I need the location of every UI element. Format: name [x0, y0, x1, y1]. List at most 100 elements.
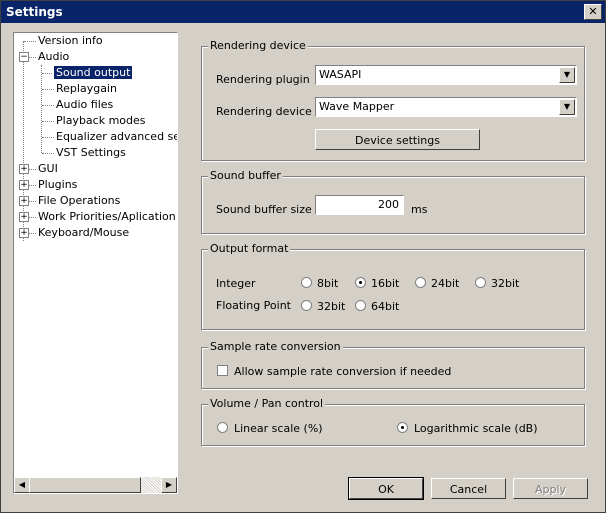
tree-line	[42, 89, 54, 90]
chevron-down-icon: ▼	[563, 70, 571, 79]
tree-item-label: Equalizer advanced setti	[56, 130, 177, 143]
apply-label: Apply	[534, 483, 567, 496]
collapse-icon[interactable]: −	[19, 52, 29, 62]
integer-32bit-radio[interactable]	[475, 277, 486, 288]
tree-item-label: Keyboard/Mouse	[38, 226, 130, 239]
rendering-device-dropdown[interactable]: Wave Mapper ▼	[315, 97, 577, 117]
logarithmic-scale-label[interactable]: Logarithmic scale (dB)	[414, 422, 538, 435]
tree-item-label: Audio	[38, 50, 70, 63]
integer-8bit-label[interactable]: 8bit	[317, 277, 338, 290]
tree-line	[23, 41, 24, 241]
tree-item[interactable]: Replaygain	[54, 81, 119, 97]
tree-item[interactable]: Audio files	[54, 97, 115, 113]
expand-icon[interactable]: +	[19, 196, 29, 206]
allow-sample-rate-conversion-label[interactable]: Allow sample rate conversion if needed	[234, 365, 451, 378]
logarithmic-scale-radio[interactable]	[397, 422, 408, 433]
tree-line	[41, 65, 42, 153]
expand-icon[interactable]: +	[19, 164, 29, 174]
rendering-device-group: Rendering device Rendering plugin WASAPI…	[201, 39, 585, 161]
close-button[interactable]: ✕	[584, 4, 602, 20]
tree-item[interactable]: GUI	[36, 161, 60, 177]
dropdown-button[interactable]: ▼	[559, 99, 575, 115]
floating-point-label: Floating Point	[216, 299, 291, 312]
float-64bit-radio[interactable]	[355, 300, 366, 311]
sound-buffer-size-label: Sound buffer size	[216, 203, 312, 216]
linear-scale-radio[interactable]	[217, 422, 228, 433]
device-settings-button[interactable]: Device settings	[315, 129, 480, 150]
tree-line	[42, 121, 54, 122]
ok-label: OK	[378, 483, 394, 496]
rendering-device-label: Rendering device	[216, 105, 312, 118]
float-64bit-label[interactable]: 64bit	[371, 300, 399, 313]
group-title: Rendering device	[208, 39, 308, 52]
tree-item-label: Version info	[38, 34, 103, 47]
sound-buffer-size-input[interactable]: 200	[315, 195, 404, 215]
expand-icon[interactable]: +	[19, 228, 29, 238]
tree-item-label: Plugins	[38, 178, 78, 191]
integer-8bit-radio[interactable]	[301, 277, 312, 288]
cancel-button[interactable]: Cancel	[431, 478, 506, 499]
tree-item[interactable]: Plugins	[36, 177, 79, 193]
group-title: Sound buffer	[208, 169, 283, 182]
tree-line	[42, 137, 54, 138]
chevron-down-icon: ▼	[563, 102, 571, 111]
sound-buffer-group: Sound buffer Sound buffer size 200 ms	[201, 169, 585, 234]
output-format-group: Output format Integer Floating Point 8bi…	[201, 242, 585, 330]
integer-16bit-label[interactable]: 16bit	[371, 277, 399, 290]
scroll-right-button[interactable]: ▶	[161, 477, 177, 493]
apply-button[interactable]: Apply	[513, 478, 588, 499]
device-settings-label: Device settings	[355, 134, 440, 147]
close-icon: ✕	[588, 5, 598, 18]
dropdown-button[interactable]: ▼	[559, 67, 575, 83]
tree-item[interactable]: Equalizer advanced setti	[54, 129, 177, 145]
tree-item[interactable]: Playback modes	[54, 113, 148, 129]
float-32bit-label[interactable]: 32bit	[317, 300, 345, 313]
tree-item-label: Work Priorities/Aplication set	[38, 210, 177, 223]
group-title: Sample rate conversion	[208, 340, 343, 353]
sound-buffer-size-value: 200	[378, 198, 399, 211]
tree-items: Version info − Audio Sound output Replaygain…	[14, 33, 177, 477]
tree-item-label: File Operations	[38, 194, 121, 207]
tree-line	[42, 105, 54, 106]
title-bar[interactable]: Settings ✕	[1, 1, 605, 23]
cancel-label: Cancel	[449, 483, 488, 496]
tree-item[interactable]: VST Settings	[54, 145, 128, 161]
expand-icon[interactable]: +	[19, 212, 29, 222]
allow-sample-rate-conversion-checkbox[interactable]	[217, 365, 228, 376]
integer-32bit-label[interactable]: 32bit	[491, 277, 519, 290]
scroll-left-button[interactable]: ◀	[14, 477, 30, 493]
tree-item-label: Replaygain	[56, 82, 117, 95]
tree-item-label: Audio files	[56, 98, 114, 111]
rendering-plugin-value: WASAPI	[319, 68, 362, 81]
integer-24bit-label[interactable]: 24bit	[431, 277, 459, 290]
tree-item[interactable]: Version info	[36, 33, 105, 49]
integer-16bit-radio[interactable]	[355, 277, 366, 288]
settings-window: Settings ✕ Version info − Audio Sound outpu…	[0, 0, 606, 513]
tree-item[interactable]: Keyboard/Mouse	[36, 225, 131, 241]
tree-item-label: Playback modes	[56, 114, 146, 127]
expand-icon[interactable]: +	[19, 180, 29, 190]
group-title: Output format	[208, 242, 291, 255]
tree-horizontal-scrollbar[interactable]: ◀ ▶	[14, 477, 177, 493]
tree-line	[42, 73, 54, 74]
rendering-plugin-dropdown[interactable]: WASAPI ▼	[315, 65, 577, 85]
tree-line	[24, 41, 36, 42]
tree-item[interactable]: File Operations	[36, 193, 122, 209]
arrow-right-icon: ▶	[165, 480, 173, 489]
arrow-left-icon: ◀	[18, 480, 26, 489]
scroll-thumb[interactable]	[29, 477, 141, 493]
ok-button[interactable]: OK	[348, 477, 424, 500]
float-32bit-radio[interactable]	[301, 300, 312, 311]
integer-24bit-radio[interactable]	[415, 277, 426, 288]
tree-item[interactable]: Work Priorities/Aplication set	[36, 209, 177, 225]
tree-item[interactable]: Sound output	[52, 65, 134, 81]
scroll-track[interactable]	[141, 477, 161, 493]
rendering-plugin-label: Rendering plugin	[216, 73, 310, 86]
sound-buffer-unit: ms	[411, 203, 428, 216]
linear-scale-label[interactable]: Linear scale (%)	[234, 422, 323, 435]
sample-rate-conversion-group: Sample rate conversion Allow sample rate…	[201, 340, 585, 389]
tree-item[interactable]: Audio	[36, 49, 71, 65]
volume-pan-control-group: Volume / Pan control Linear scale (%) Lo…	[201, 397, 585, 446]
tree-item-label: Sound output	[52, 65, 134, 80]
settings-tree[interactable]: Version info − Audio Sound output Replaygain…	[13, 32, 178, 494]
